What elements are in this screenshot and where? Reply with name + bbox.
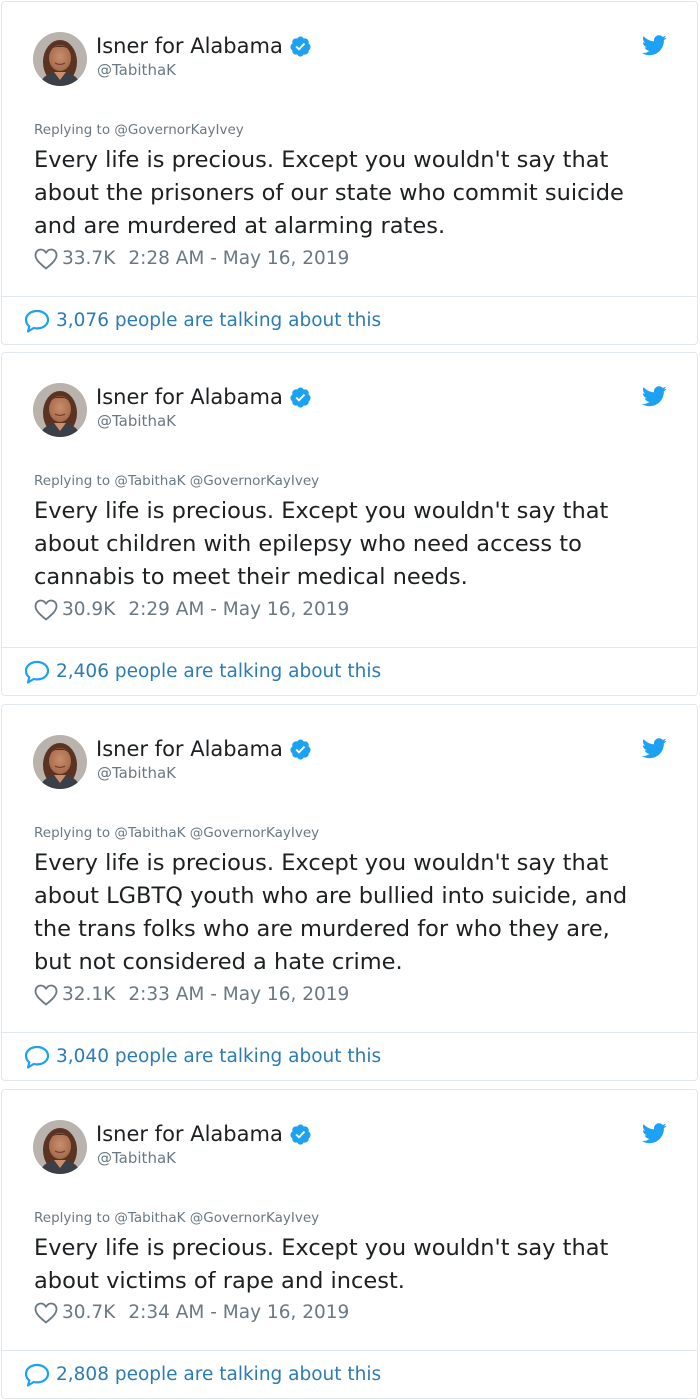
author-name-row[interactable]: Isner for Alabama xyxy=(96,383,312,411)
replying-to[interactable]: Replying to @GovernorKayIvey xyxy=(34,121,244,139)
avatar[interactable] xyxy=(33,32,87,86)
author-handle[interactable]: @TabithaK xyxy=(97,411,176,431)
tweet-text: Every life is precious. Except you would… xyxy=(34,498,609,590)
tweet-card[interactable]: Isner for Alabama @TabithaK Replying to … xyxy=(1,1089,698,1399)
speech-bubble-icon xyxy=(24,309,50,333)
twitter-bird-icon[interactable] xyxy=(642,738,667,759)
tweet-card[interactable]: Isner for Alabama @TabithaK Replying to … xyxy=(1,1,698,345)
replying-to[interactable]: Replying to @TabithaK @GovernorKayIvey xyxy=(34,472,319,490)
verified-badge-icon xyxy=(289,1123,312,1146)
conversation-link[interactable]: 2,406 people are talking about this xyxy=(24,660,381,684)
author-name[interactable]: Isner for Alabama xyxy=(96,383,283,411)
author-name-row[interactable]: Isner for Alabama xyxy=(96,1120,312,1148)
avatar[interactable] xyxy=(33,383,87,437)
conversation-link[interactable]: 3,040 people are talking about this xyxy=(24,1045,381,1069)
timestamp[interactable]: 2:29 AM - May 16, 2019 xyxy=(128,597,349,623)
tweet-footer: 3,040 people are talking about this xyxy=(2,1032,697,1080)
conversation-count[interactable]: 2,808 people are talking about this xyxy=(56,1364,381,1385)
tweet-meta: 30.9K 2:29 AM - May 16, 2019 xyxy=(34,597,349,623)
twitter-bird-icon[interactable] xyxy=(642,1123,667,1144)
tweet-card[interactable]: Isner for Alabama @TabithaK Replying to … xyxy=(1,352,698,696)
tweet-card[interactable]: Isner for Alabama @TabithaK Replying to … xyxy=(1,704,698,1081)
twitter-bird-icon[interactable] xyxy=(642,386,667,407)
heart-icon[interactable] xyxy=(34,248,58,270)
avatar[interactable] xyxy=(33,1120,87,1174)
like-count[interactable]: 30.7K xyxy=(62,1300,115,1326)
author-name[interactable]: Isner for Alabama xyxy=(96,32,283,60)
author-handle[interactable]: @TabithaK xyxy=(97,60,176,80)
timestamp[interactable]: 2:34 AM - May 16, 2019 xyxy=(128,1300,349,1326)
verified-badge-icon xyxy=(289,386,312,409)
like-count[interactable]: 32.1K xyxy=(62,982,115,1008)
timestamp[interactable]: 2:33 AM - May 16, 2019 xyxy=(128,982,349,1008)
speech-bubble-icon xyxy=(24,1363,50,1387)
conversation-link[interactable]: 3,076 people are talking about this xyxy=(24,309,381,333)
avatar[interactable] xyxy=(33,735,87,789)
speech-bubble-icon xyxy=(24,660,50,684)
replying-to[interactable]: Replying to @TabithaK @GovernorKayIvey xyxy=(34,824,319,842)
author-name-row[interactable]: Isner for Alabama xyxy=(96,735,312,763)
conversation-link[interactable]: 2,808 people are talking about this xyxy=(24,1363,381,1387)
speech-bubble-icon xyxy=(24,1045,50,1069)
heart-icon[interactable] xyxy=(34,599,58,621)
author-name[interactable]: Isner for Alabama xyxy=(96,735,283,763)
like-count[interactable]: 30.9K xyxy=(62,597,115,623)
verified-badge-icon xyxy=(289,35,312,58)
author-handle[interactable]: @TabithaK xyxy=(97,1148,176,1168)
heart-icon[interactable] xyxy=(34,984,58,1006)
conversation-count[interactable]: 2,406 people are talking about this xyxy=(56,661,381,682)
heart-icon[interactable] xyxy=(34,1302,58,1324)
tweet-text: Every life is precious. Except you would… xyxy=(34,147,624,239)
tweet-meta: 30.7K 2:34 AM - May 16, 2019 xyxy=(34,1300,349,1326)
tweet-footer: 2,808 people are talking about this xyxy=(2,1350,697,1398)
author-name-row[interactable]: Isner for Alabama xyxy=(96,32,312,60)
tweet-meta: 32.1K 2:33 AM - May 16, 2019 xyxy=(34,982,349,1008)
like-count[interactable]: 33.7K xyxy=(62,246,115,272)
tweet-footer: 2,406 people are talking about this xyxy=(2,647,697,695)
conversation-count[interactable]: 3,040 people are talking about this xyxy=(56,1046,381,1067)
author-handle[interactable]: @TabithaK xyxy=(97,763,176,783)
timestamp[interactable]: 2:28 AM - May 16, 2019 xyxy=(128,246,349,272)
twitter-bird-icon[interactable] xyxy=(642,35,667,56)
tweet-footer: 3,076 people are talking about this xyxy=(2,296,697,344)
tweet-text: Every life is precious. Except you would… xyxy=(34,1235,609,1294)
tweet-meta: 33.7K 2:28 AM - May 16, 2019 xyxy=(34,246,349,272)
replying-to[interactable]: Replying to @TabithaK @GovernorKayIvey xyxy=(34,1209,319,1227)
author-name[interactable]: Isner for Alabama xyxy=(96,1120,283,1148)
conversation-count[interactable]: 3,076 people are talking about this xyxy=(56,310,381,331)
verified-badge-icon xyxy=(289,738,312,761)
tweet-text: Every life is precious. Except you would… xyxy=(34,850,628,975)
